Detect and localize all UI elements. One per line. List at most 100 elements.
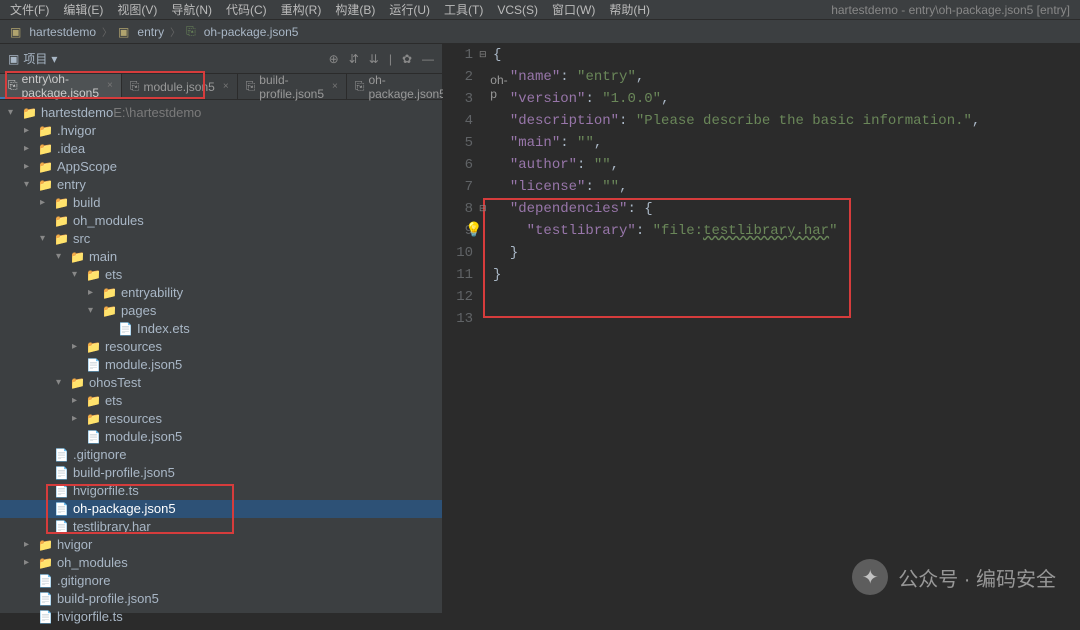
- project-view-selector[interactable]: ▣ 项目 ▾: [8, 50, 57, 67]
- folder-icon: ▣: [10, 25, 21, 39]
- tree-caret[interactable]: ▾: [88, 302, 102, 320]
- tree-item[interactable]: ▾📁ets: [0, 266, 442, 284]
- tree-item[interactable]: 📄hvigorfile.ts: [0, 608, 442, 626]
- tree-item[interactable]: ▾📁ohosTest: [0, 374, 442, 392]
- tree-label: src: [73, 230, 90, 248]
- tree-item[interactable]: ▸📁.hvigor: [0, 122, 442, 140]
- tree-item[interactable]: ▸📁AppScope: [0, 158, 442, 176]
- tree-caret[interactable]: ▾: [8, 104, 22, 122]
- folder-icon: 📁: [54, 194, 69, 212]
- file-icon: 📄: [86, 428, 101, 446]
- tree-item[interactable]: ▸📁entryability: [0, 284, 442, 302]
- tree-caret[interactable]: ▸: [72, 338, 86, 356]
- tree-label: hvigorfile.ts: [57, 608, 123, 626]
- gear-icon[interactable]: ✿: [402, 52, 412, 66]
- menu-item[interactable]: 重构(R): [281, 1, 322, 18]
- tree-item[interactable]: ▾📁src: [0, 230, 442, 248]
- tree-caret[interactable]: ▸: [88, 284, 102, 302]
- menu-item[interactable]: 窗口(W): [552, 1, 595, 18]
- folder-icon: 📁: [102, 302, 117, 320]
- tree-label: pages: [121, 302, 156, 320]
- tree-caret[interactable]: ▸: [40, 194, 54, 212]
- tree-item[interactable]: ▾📁hartestdemo E:\hartestdemo: [0, 104, 442, 122]
- tree-item[interactable]: 📄build-profile.json5: [0, 464, 442, 482]
- tree-item[interactable]: ▸📁hvigor: [0, 536, 442, 554]
- line-number: 8: [443, 198, 473, 220]
- project-toolbar[interactable]: ▣ 项目 ▾ ⊕ ⇵ ⇊ | ✿ —: [0, 44, 442, 74]
- code-editor[interactable]: 12345678910111213 ⊟{ "name": "entry", "v…: [443, 44, 1080, 613]
- expand-icon[interactable]: ⇊: [369, 52, 379, 66]
- breadcrumb[interactable]: ▣ hartestdemo 〉 ▣ entry 〉 ⎘ oh-package.j…: [0, 20, 1080, 44]
- folder-icon: ▣: [8, 52, 19, 66]
- menu-item[interactable]: 运行(U): [389, 1, 430, 18]
- file-icon: 📄: [54, 446, 69, 464]
- collapse-icon[interactable]: ⇵: [349, 52, 359, 66]
- tree-item[interactable]: ▸📁build: [0, 194, 442, 212]
- tree-item[interactable]: 📄.gitignore: [0, 446, 442, 464]
- project-tree[interactable]: ▾📁hartestdemo E:\hartestdemo▸📁.hvigor▸📁.…: [0, 100, 442, 630]
- tree-item[interactable]: 📄module.json5: [0, 428, 442, 446]
- locate-icon[interactable]: ⊕: [329, 52, 339, 66]
- hide-icon[interactable]: —: [422, 52, 434, 66]
- breadcrumb-file[interactable]: oh-package.json5: [204, 25, 299, 39]
- file-icon: 📄: [38, 590, 53, 608]
- line-number: 2: [443, 66, 473, 88]
- tree-caret[interactable]: ▾: [56, 248, 70, 266]
- menu-item[interactable]: 构建(B): [335, 1, 375, 18]
- tree-item[interactable]: 📄Index.ets: [0, 320, 442, 338]
- tree-item[interactable]: 📄module.json5: [0, 356, 442, 374]
- editor-tab[interactable]: ⎘ build-profile.json5 ×: [238, 74, 347, 99]
- tree-caret[interactable]: ▸: [24, 140, 38, 158]
- breadcrumb-module[interactable]: entry: [137, 25, 164, 39]
- tree-item[interactable]: ▾📁pages: [0, 302, 442, 320]
- close-icon[interactable]: ×: [223, 81, 229, 92]
- tree-label: .gitignore: [57, 572, 110, 590]
- menu-item[interactable]: VCS(S): [497, 3, 538, 17]
- menu-item[interactable]: 文件(F): [10, 1, 49, 18]
- menu-item[interactable]: 代码(C): [226, 1, 267, 18]
- tree-caret[interactable]: ▸: [24, 554, 38, 572]
- tree-caret[interactable]: ▾: [72, 266, 86, 284]
- tree-caret[interactable]: ▸: [24, 122, 38, 140]
- tree-item[interactable]: 📁oh_modules: [0, 212, 442, 230]
- menu-item[interactable]: 工具(T): [444, 1, 483, 18]
- tree-caret[interactable]: ▸: [72, 410, 86, 428]
- tree-item[interactable]: ▸📁resources: [0, 338, 442, 356]
- tree-item[interactable]: ▾📁entry: [0, 176, 442, 194]
- tree-label: AppScope: [57, 158, 117, 176]
- tree-item[interactable]: ▾📁main: [0, 248, 442, 266]
- tree-item[interactable]: 📄.gitignore: [0, 572, 442, 590]
- tree-caret[interactable]: ▾: [24, 176, 38, 194]
- close-icon[interactable]: ×: [332, 81, 338, 92]
- menu-item[interactable]: 编辑(E): [63, 1, 103, 18]
- line-number: 13: [443, 308, 473, 330]
- tree-label: module.json5: [105, 428, 182, 446]
- intention-bulb-icon[interactable]: 💡: [465, 220, 482, 242]
- folder-icon: 📁: [38, 122, 53, 140]
- tree-label: ets: [105, 392, 122, 410]
- menubar[interactable]: 文件(F) 编辑(E) 视图(V) 导航(N) 代码(C) 重构(R) 构建(B) 运行(U)…: [0, 0, 1080, 20]
- tree-caret[interactable]: ▾: [56, 374, 70, 392]
- tree-item[interactable]: ▸📁.idea: [0, 140, 442, 158]
- tree-caret[interactable]: ▾: [40, 230, 54, 248]
- breadcrumb-root[interactable]: hartestdemo: [29, 25, 96, 39]
- menu-item[interactable]: 视图(V): [117, 1, 157, 18]
- tree-label: oh_modules: [73, 212, 144, 230]
- tree-item[interactable]: ▸📁ets: [0, 392, 442, 410]
- chevron-down-icon: ▾: [51, 52, 57, 66]
- watermark: ✦ 公众号 · 编码安全: [852, 559, 1056, 595]
- line-number: 6: [443, 154, 473, 176]
- tree-label: hartestdemo: [41, 104, 113, 122]
- tree-item[interactable]: ▸📁resources: [0, 410, 442, 428]
- tree-item[interactable]: 📄build-profile.json5: [0, 590, 442, 608]
- menu-item[interactable]: 帮助(H): [609, 1, 650, 18]
- folder-icon: 📁: [38, 176, 53, 194]
- menu-item[interactable]: 导航(N): [171, 1, 212, 18]
- tree-label: hvigor: [57, 536, 92, 554]
- file-icon: 📄: [38, 572, 53, 590]
- line-number: 5: [443, 132, 473, 154]
- tree-caret[interactable]: ▸: [24, 158, 38, 176]
- tree-item[interactable]: ▸📁oh_modules: [0, 554, 442, 572]
- tree-caret[interactable]: ▸: [72, 392, 86, 410]
- tree-caret[interactable]: ▸: [24, 536, 38, 554]
